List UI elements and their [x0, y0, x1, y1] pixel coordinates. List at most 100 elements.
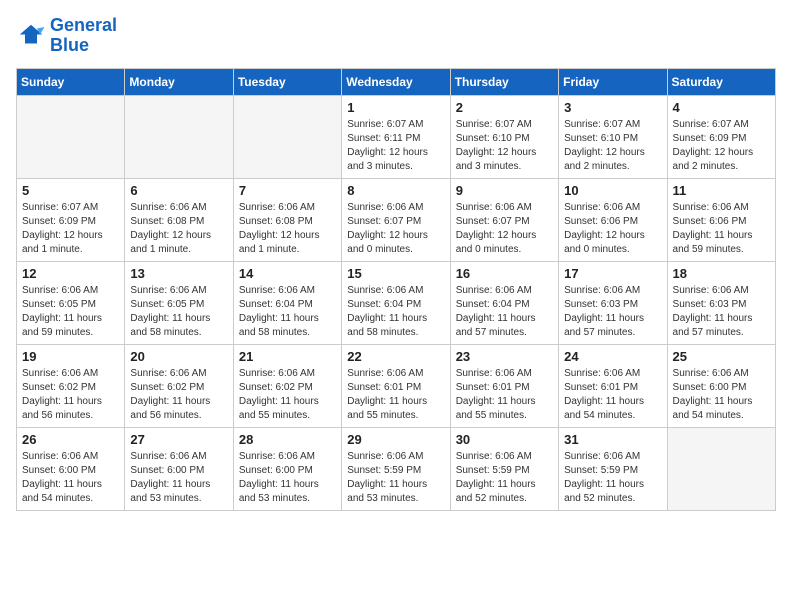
day-number: 7	[239, 183, 336, 198]
calendar-cell: 21Sunrise: 6:06 AM Sunset: 6:02 PM Dayli…	[233, 344, 341, 427]
calendar-week-row: 26 Sunrise: 6:06 AM Sunset: 6:00 PM Dayli…	[17, 427, 776, 510]
calendar-cell: 1 Sunrise: 6:07 AM Sunset: 6:11 PM Daylig…	[342, 95, 450, 178]
calendar-cell: 4 Sunrise: 6:07 AM Sunset: 6:09 PM Daylig…	[667, 95, 775, 178]
calendar-week-row: 19 Sunrise: 6:06 AM Sunset: 6:02 PM Dayli…	[17, 344, 776, 427]
calendar-header-row: SundayMondayTuesdayWednesdayThursdayFrid…	[17, 68, 776, 95]
day-info: Sunrise: 6:06 AM Sunset: 6:01 PM Dayligh…	[564, 367, 661, 423]
calendar-week-row: 5Sunrise: 6:07 AM Sunset: 6:09 PM Daylig…	[17, 178, 776, 261]
calendar-cell	[125, 95, 233, 178]
logo-text: General Blue	[50, 16, 117, 56]
day-info: Sunrise: 6:07 AM Sunset: 6:10 PM Dayligh…	[564, 118, 661, 174]
day-info: Sunrise: 6:06 AM Sunset: 6:04 PM Dayligh…	[347, 284, 444, 340]
calendar-cell: 23Sunrise: 6:06 AM Sunset: 6:01 PM Dayli…	[450, 344, 558, 427]
day-number: 28	[239, 432, 336, 447]
day-of-week-header: Monday	[125, 68, 233, 95]
calendar-cell: 20 Sunrise: 6:06 AM Sunset: 6:02 PM Dayli…	[125, 344, 233, 427]
day-number: 11	[673, 183, 770, 198]
calendar-cell: 10Sunrise: 6:06 AM Sunset: 6:06 PM Dayli…	[559, 178, 667, 261]
calendar-cell: 29 Sunrise: 6:06 AM Sunset: 5:59 PM Dayli…	[342, 427, 450, 510]
page-header: General Blue	[16, 16, 776, 56]
day-info: Sunrise: 6:06 AM Sunset: 6:04 PM Dayligh…	[239, 284, 336, 340]
calendar-cell: 6 Sunrise: 6:06 AM Sunset: 6:08 PM Daylig…	[125, 178, 233, 261]
day-info: Sunrise: 6:06 AM Sunset: 6:05 PM Dayligh…	[22, 284, 119, 340]
day-info: Sunrise: 6:06 AM Sunset: 5:59 PM Dayligh…	[456, 450, 553, 506]
calendar-cell: 28 Sunrise: 6:06 AM Sunset: 6:00 PM Dayli…	[233, 427, 341, 510]
calendar-cell: 3 Sunrise: 6:07 AM Sunset: 6:10 PM Daylig…	[559, 95, 667, 178]
day-number: 18	[673, 266, 770, 281]
day-number: 15	[347, 266, 444, 281]
calendar-week-row: 12 Sunrise: 6:06 AM Sunset: 6:05 PM Dayli…	[17, 261, 776, 344]
day-info: Sunrise: 6:06 AM Sunset: 6:01 PM Dayligh…	[456, 367, 553, 423]
calendar-cell: 26 Sunrise: 6:06 AM Sunset: 6:00 PM Dayli…	[17, 427, 125, 510]
calendar-cell	[233, 95, 341, 178]
calendar-cell: 2Sunrise: 6:07 AM Sunset: 6:10 PM Daylig…	[450, 95, 558, 178]
day-number: 14	[239, 266, 336, 281]
day-info: Sunrise: 6:06 AM Sunset: 6:04 PM Dayligh…	[456, 284, 553, 340]
day-number: 19	[22, 349, 119, 364]
calendar-cell: 15 Sunrise: 6:06 AM Sunset: 6:04 PM Dayli…	[342, 261, 450, 344]
day-info: Sunrise: 6:06 AM Sunset: 6:05 PM Dayligh…	[130, 284, 227, 340]
calendar-cell: 5Sunrise: 6:07 AM Sunset: 6:09 PM Daylig…	[17, 178, 125, 261]
day-number: 31	[564, 432, 661, 447]
day-info: Sunrise: 6:06 AM Sunset: 6:06 PM Dayligh…	[673, 201, 770, 257]
day-number: 16	[456, 266, 553, 281]
calendar-cell: 30 Sunrise: 6:06 AM Sunset: 5:59 PM Dayli…	[450, 427, 558, 510]
day-number: 9	[456, 183, 553, 198]
calendar-cell: 14 Sunrise: 6:06 AM Sunset: 6:04 PM Dayli…	[233, 261, 341, 344]
calendar-cell	[667, 427, 775, 510]
day-info: Sunrise: 6:06 AM Sunset: 6:08 PM Dayligh…	[239, 201, 336, 257]
day-number: 4	[673, 100, 770, 115]
day-number: 24	[564, 349, 661, 364]
day-number: 17	[564, 266, 661, 281]
calendar-cell: 31 Sunrise: 6:06 AM Sunset: 5:59 PM Dayli…	[559, 427, 667, 510]
day-number: 13	[130, 266, 227, 281]
day-number: 26	[22, 432, 119, 447]
day-info: Sunrise: 6:06 AM Sunset: 6:00 PM Dayligh…	[673, 367, 770, 423]
calendar-week-row: 1 Sunrise: 6:07 AM Sunset: 6:11 PM Daylig…	[17, 95, 776, 178]
calendar-cell	[17, 95, 125, 178]
logo-icon	[16, 21, 46, 51]
day-number: 27	[130, 432, 227, 447]
day-info: Sunrise: 6:07 AM Sunset: 6:11 PM Dayligh…	[347, 118, 444, 174]
day-number: 2	[456, 100, 553, 115]
day-number: 1	[347, 100, 444, 115]
calendar-cell: 9 Sunrise: 6:06 AM Sunset: 6:07 PM Daylig…	[450, 178, 558, 261]
calendar-cell: 27 Sunrise: 6:06 AM Sunset: 6:00 PM Dayli…	[125, 427, 233, 510]
day-info: Sunrise: 6:06 AM Sunset: 6:00 PM Dayligh…	[239, 450, 336, 506]
day-info: Sunrise: 6:06 AM Sunset: 6:00 PM Dayligh…	[22, 450, 119, 506]
day-number: 30	[456, 432, 553, 447]
calendar-cell: 17 Sunrise: 6:06 AM Sunset: 6:03 PM Dayli…	[559, 261, 667, 344]
day-number: 12	[22, 266, 119, 281]
day-of-week-header: Thursday	[450, 68, 558, 95]
day-info: Sunrise: 6:06 AM Sunset: 6:08 PM Dayligh…	[130, 201, 227, 257]
day-of-week-header: Sunday	[17, 68, 125, 95]
day-info: Sunrise: 6:06 AM Sunset: 6:01 PM Dayligh…	[347, 367, 444, 423]
calendar-cell: 25 Sunrise: 6:06 AM Sunset: 6:00 PM Dayli…	[667, 344, 775, 427]
day-of-week-header: Tuesday	[233, 68, 341, 95]
calendar-cell: 8Sunrise: 6:06 AM Sunset: 6:07 PM Daylig…	[342, 178, 450, 261]
day-info: Sunrise: 6:06 AM Sunset: 6:03 PM Dayligh…	[673, 284, 770, 340]
day-info: Sunrise: 6:07 AM Sunset: 6:09 PM Dayligh…	[673, 118, 770, 174]
day-info: Sunrise: 6:06 AM Sunset: 6:06 PM Dayligh…	[564, 201, 661, 257]
calendar-cell: 22Sunrise: 6:06 AM Sunset: 6:01 PM Dayli…	[342, 344, 450, 427]
day-of-week-header: Wednesday	[342, 68, 450, 95]
day-number: 29	[347, 432, 444, 447]
day-info: Sunrise: 6:07 AM Sunset: 6:09 PM Dayligh…	[22, 201, 119, 257]
calendar-cell: 13 Sunrise: 6:06 AM Sunset: 6:05 PM Dayli…	[125, 261, 233, 344]
day-info: Sunrise: 6:06 AM Sunset: 6:07 PM Dayligh…	[456, 201, 553, 257]
day-info: Sunrise: 6:06 AM Sunset: 5:59 PM Dayligh…	[564, 450, 661, 506]
day-number: 6	[130, 183, 227, 198]
day-info: Sunrise: 6:06 AM Sunset: 5:59 PM Dayligh…	[347, 450, 444, 506]
day-info: Sunrise: 6:06 AM Sunset: 6:00 PM Dayligh…	[130, 450, 227, 506]
calendar-cell: 19 Sunrise: 6:06 AM Sunset: 6:02 PM Dayli…	[17, 344, 125, 427]
day-number: 25	[673, 349, 770, 364]
day-info: Sunrise: 6:06 AM Sunset: 6:03 PM Dayligh…	[564, 284, 661, 340]
day-info: Sunrise: 6:06 AM Sunset: 6:02 PM Dayligh…	[22, 367, 119, 423]
logo: General Blue	[16, 16, 117, 56]
day-number: 21	[239, 349, 336, 364]
day-number: 20	[130, 349, 227, 364]
day-info: Sunrise: 6:06 AM Sunset: 6:02 PM Dayligh…	[130, 367, 227, 423]
day-number: 3	[564, 100, 661, 115]
calendar-cell: 7 Sunrise: 6:06 AM Sunset: 6:08 PM Daylig…	[233, 178, 341, 261]
day-of-week-header: Saturday	[667, 68, 775, 95]
